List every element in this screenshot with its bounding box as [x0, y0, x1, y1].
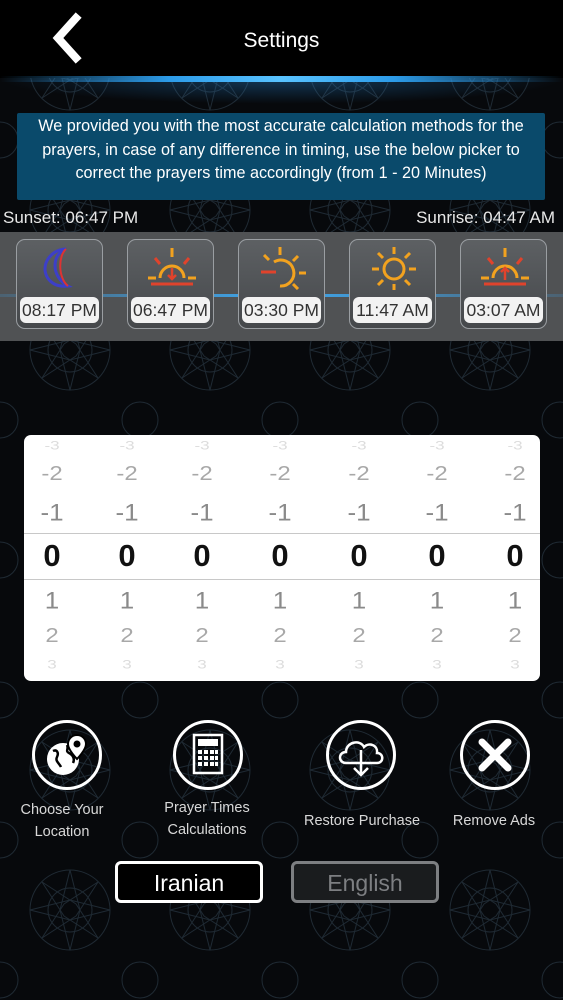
location-globe-icon	[32, 720, 102, 790]
restore-purchase-button[interactable]: Restore Purchase	[292, 720, 432, 850]
close-icon	[460, 720, 530, 790]
page-title: Settings	[243, 29, 320, 52]
action-label-line: Location	[34, 824, 90, 840]
picker-value: 2	[352, 624, 366, 648]
action-label: Remove Ads	[452, 813, 536, 829]
prayer-time: 03:07 AM	[464, 297, 543, 323]
picker-selected-value: 0	[271, 538, 289, 573]
action-label-line: Choose Your	[20, 802, 104, 818]
picker-value: 2	[195, 624, 209, 648]
picker-value: 2	[120, 624, 134, 648]
language-iranian-button[interactable]: Iranian	[115, 861, 263, 903]
prayer-time: 08:17 PM	[20, 297, 99, 323]
remove-ads-button[interactable]: Remove Ads	[424, 720, 563, 850]
action-label: Restore Purchase	[303, 813, 421, 829]
picker-value: -2	[426, 462, 448, 486]
picker-value: 1	[351, 586, 367, 614]
picker-value: 3	[354, 658, 364, 672]
picker-value: -2	[504, 462, 526, 486]
picker-value: -3	[351, 439, 367, 453]
sunrise-icon	[481, 248, 529, 286]
moon-icon	[43, 247, 73, 288]
picker-column-2[interactable]: -3 -2 -1 0 1 2 3	[97, 435, 157, 681]
picker-column-6[interactable]: -3 -2 -1 0 1 2 3	[407, 435, 467, 681]
picker-value: 3	[510, 658, 520, 672]
picker-column-4[interactable]: -3 -2 -1 0 1 2 3	[250, 435, 310, 681]
picker-column-5[interactable]: -3 -2 -1 0 1 2 3	[329, 435, 389, 681]
prayer-card-asr[interactable]: 03:30 PM	[238, 239, 325, 329]
picker-value: 1	[119, 586, 135, 614]
picker-value: 3	[432, 658, 442, 672]
picker-value: -1	[347, 498, 371, 526]
action-label-line: Calculations	[167, 822, 247, 838]
picker-value: 2	[273, 624, 287, 648]
picker-value: -3	[507, 439, 523, 453]
action-label-line: Prayer Times	[164, 800, 250, 816]
prayer-time: 06:47 PM	[131, 297, 210, 323]
picker-selected-value: 0	[350, 538, 368, 573]
afternoon-sun-icon	[261, 247, 306, 290]
picker-value: 2	[45, 624, 59, 648]
language-english-button[interactable]: English	[291, 861, 439, 903]
prayer-times-strip: 08:17 PM 06:47 PM 03:30 PM 11:47 AM 03:0…	[0, 232, 563, 341]
prayer-time: 11:47 AM	[353, 297, 432, 323]
picker-value: 3	[275, 658, 285, 672]
picker-column-1[interactable]: -3 -2 -1 0 1 2 3	[24, 435, 82, 681]
picker-value: 3	[47, 658, 57, 672]
calculator-icon	[173, 720, 243, 790]
picker-selected-value: 0	[193, 538, 211, 573]
picker-value: -1	[268, 498, 292, 526]
cloud-download-icon	[326, 720, 396, 790]
prayer-calculations-button[interactable]: Prayer Times Calculations	[140, 720, 280, 850]
picker-value: -1	[190, 498, 214, 526]
sunset-icon	[148, 248, 196, 286]
minutes-picker: -3 -2 -1 0 1 2 3 -3 -2 -1 0 1 2 3 -3 -2 …	[24, 435, 540, 681]
picker-value: 3	[122, 658, 132, 672]
picker-value: -2	[269, 462, 291, 486]
picker-value: -2	[116, 462, 138, 486]
picker-value: -1	[115, 498, 139, 526]
picker-value: 1	[272, 586, 288, 614]
picker-value: -3	[194, 439, 210, 453]
action-label: Prayer Times Calculations	[137, 797, 277, 841]
prayer-card-maghrib[interactable]: 06:47 PM	[127, 239, 214, 329]
picker-value: -3	[119, 439, 135, 453]
picker-value: 3	[197, 658, 207, 672]
header-glow	[0, 80, 563, 104]
sunset-label: Sunset: 06:47 PM	[3, 208, 139, 227]
noon-sun-icon	[372, 247, 416, 290]
picker-value: 1	[429, 586, 445, 614]
picker-value: -3	[272, 439, 288, 453]
picker-selected-value: 0	[428, 538, 446, 573]
picker-selected-value: 0	[43, 538, 61, 573]
picker-value: -3	[429, 439, 445, 453]
picker-column-7[interactable]: -3 -2 -1 0 1 2 3	[485, 435, 540, 681]
picker-value: -1	[40, 498, 64, 526]
picker-value: -3	[44, 439, 60, 453]
prayer-card-isha[interactable]: 08:17 PM	[16, 239, 103, 329]
picker-value: -2	[191, 462, 213, 486]
picker-value: -1	[503, 498, 527, 526]
picker-value: -1	[425, 498, 449, 526]
prayer-card-dhuhr[interactable]: 11:47 AM	[349, 239, 436, 329]
header-divider	[0, 76, 563, 82]
picker-selected-value: 0	[118, 538, 136, 573]
picker-value: -2	[41, 462, 63, 486]
picker-value: 1	[507, 586, 523, 614]
info-message: We provided you with the most accurate c…	[17, 113, 545, 200]
picker-value: -2	[348, 462, 370, 486]
action-label: Choose Your Location	[0, 799, 132, 843]
picker-value: 1	[44, 586, 60, 614]
picker-value: 2	[508, 624, 522, 648]
sunrise-label: Sunrise: 04:47 AM	[416, 208, 555, 227]
picker-column-3[interactable]: -3 -2 -1 0 1 2 3	[172, 435, 232, 681]
picker-value: 1	[194, 586, 210, 614]
header-bar: Settings	[0, 0, 563, 78]
choose-location-button[interactable]: Choose Your Location	[0, 720, 140, 850]
picker-selected-value: 0	[506, 538, 524, 573]
prayer-time: 03:30 PM	[242, 297, 321, 323]
prayer-card-fajr[interactable]: 03:07 AM	[460, 239, 547, 329]
picker-value: 2	[430, 624, 444, 648]
